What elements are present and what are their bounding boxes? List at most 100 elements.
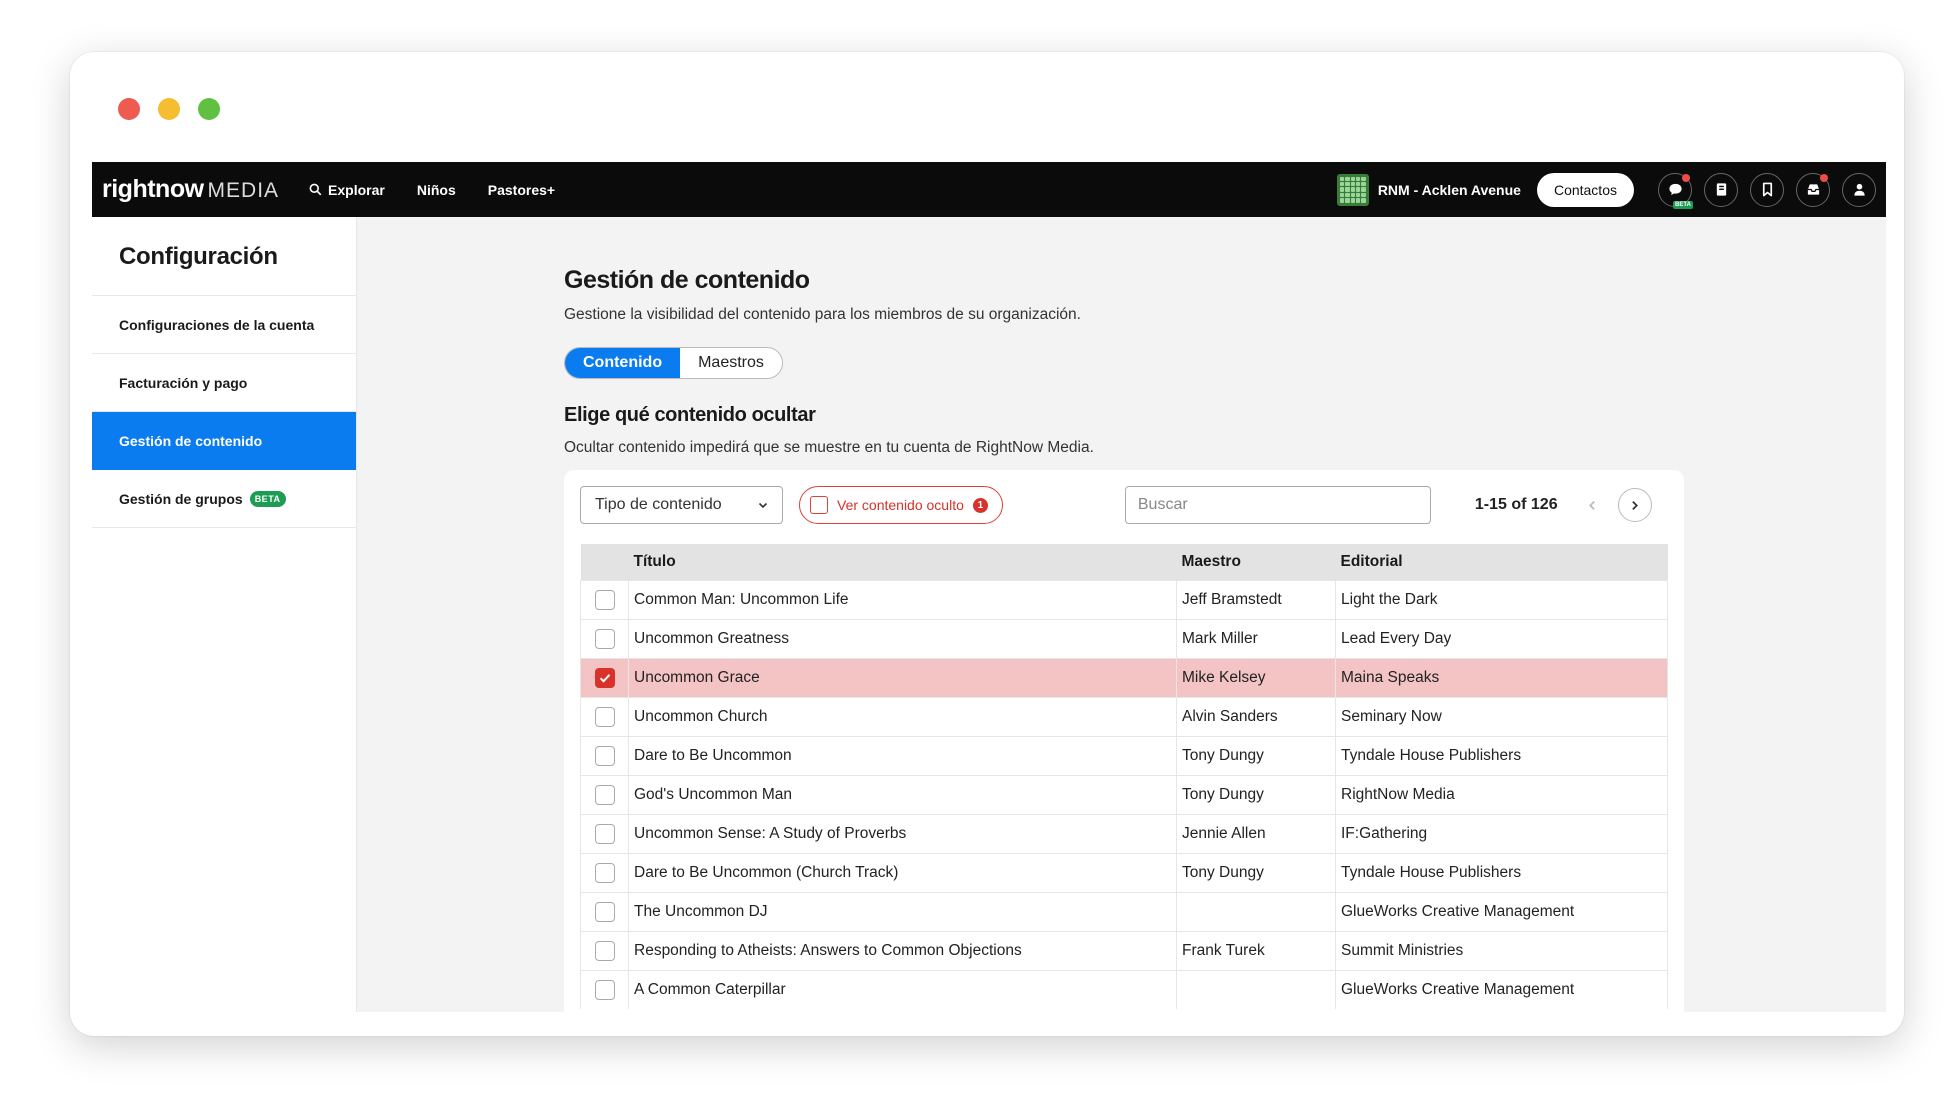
row-select-cell — [580, 852, 629, 892]
table-row[interactable]: Common Man: Uncommon Life Jeff Bramstedt L… — [580, 579, 1668, 619]
table-toolbar: Tipo de contenido Ver contenido oculto 1… — [580, 486, 1668, 524]
table-row[interactable]: Responding to Atheists: Answers to Commo… — [580, 930, 1668, 970]
close-window-button[interactable] — [118, 98, 140, 120]
notifications-button[interactable] — [1796, 172, 1830, 207]
table-row[interactable]: Uncommon Greatness Mark Miller Lead Every … — [580, 618, 1668, 658]
row-title: Dare to Be Uncommon (Church Track) — [628, 852, 1177, 892]
row-teacher: Alvin Sanders — [1176, 696, 1336, 736]
row-publisher: Summit Ministries — [1335, 930, 1668, 970]
maximize-window-button[interactable] — [198, 98, 220, 120]
row-title: Dare to Be Uncommon — [628, 735, 1177, 775]
table-row[interactable]: The Uncommon DJ GlueWorks Creative Manage… — [580, 891, 1668, 931]
table-row[interactable]: Dare to Be Uncommon (Church Track) Tony D… — [580, 852, 1668, 892]
table-row[interactable]: Uncommon Church Alvin Sanders Seminary Now — [580, 696, 1668, 736]
row-title: A Common Caterpillar — [628, 969, 1177, 1009]
row-title: Uncommon Sense: A Study of Proverbs — [628, 813, 1177, 853]
chat-button[interactable]: BETA — [1658, 172, 1693, 209]
row-teacher: Jeff Bramstedt — [1176, 579, 1336, 619]
row-title: Common Man: Uncommon Life — [628, 579, 1177, 619]
chat-bubble-icon — [1668, 183, 1682, 196]
row-select-cell — [580, 930, 629, 970]
organization-name: RNM - Acklen Avenue — [1377, 181, 1521, 198]
show-hidden-checkbox[interactable] — [810, 496, 828, 514]
sidebar-item-group-management[interactable]: Gestión de grupos BETA — [92, 470, 356, 528]
row-hide-checkbox[interactable] — [594, 628, 615, 649]
bookmark-icon — [1762, 182, 1772, 197]
sidebar-item-label: Gestión de contenido — [119, 432, 263, 449]
nav-pastors-link[interactable]: Pastores+ — [488, 182, 555, 198]
table-row[interactable]: Uncommon Grace Mike Kelsey Maina Speaks — [580, 657, 1668, 697]
previous-page-button[interactable] — [1576, 488, 1610, 522]
next-page-button[interactable] — [1617, 488, 1652, 522]
row-teacher: Mark Miller — [1176, 618, 1336, 658]
table-row[interactable]: God's Uncommon Man Tony Dungy RightNow Med… — [580, 774, 1668, 814]
browser-window: rightnow MEDIA Explorar Niños Pastores+ — [70, 52, 1904, 1036]
content-type-select[interactable]: Tipo de contenido — [580, 486, 783, 524]
sidebar-item-account-settings[interactable]: Configuraciones de la cuenta — [92, 296, 356, 354]
row-hide-checkbox[interactable] — [594, 589, 615, 610]
profile-button[interactable] — [1842, 172, 1876, 207]
row-teacher — [1176, 969, 1336, 1009]
row-teacher: Tony Dungy — [1176, 774, 1336, 814]
row-select-cell — [580, 696, 629, 736]
pagination-range: 1-15 of 126 — [1474, 496, 1558, 513]
rightnow-media-logo[interactable]: rightnow MEDIA — [102, 175, 279, 204]
sidebar-item-label: Gestión de grupos — [119, 490, 243, 507]
table-row[interactable]: A Common Caterpillar GlueWorks Creative M… — [580, 969, 1668, 1009]
row-publisher: Seminary Now — [1335, 696, 1668, 736]
table-body: Common Man: Uncommon Life Jeff Bramstedt L… — [580, 579, 1668, 1009]
library-button[interactable] — [1704, 172, 1738, 207]
tab-teachers[interactable]: Maestros — [680, 348, 782, 378]
chevron-left-icon — [1589, 500, 1595, 510]
content-type-tabs: Contenido Maestros — [564, 347, 783, 379]
table-header-row: Título Maestro Editorial — [580, 544, 1668, 580]
row-publisher: Maina Speaks — [1335, 657, 1668, 697]
inbox-icon — [1807, 184, 1819, 195]
select-column-header — [581, 544, 629, 580]
content-table-card: Tipo de contenido Ver contenido oculto 1… — [564, 470, 1684, 1012]
table-row[interactable]: Dare to Be Uncommon Tony Dungy Tyndale Hou… — [580, 735, 1668, 775]
row-teacher: Tony Dungy — [1176, 852, 1336, 892]
sidebar-item-billing[interactable]: Facturación y pago — [92, 354, 356, 412]
row-hide-checkbox[interactable] — [594, 823, 615, 844]
sidebar-item-content-management[interactable]: Gestión de contenido — [92, 412, 356, 470]
row-hide-checkbox[interactable] — [594, 940, 615, 961]
minimize-window-button[interactable] — [158, 98, 180, 120]
sidebar-item-label: Facturación y pago — [119, 374, 248, 391]
row-title: The Uncommon DJ — [628, 891, 1177, 931]
nav-kids-label: Niños — [416, 181, 456, 198]
top-navigation: rightnow MEDIA Explorar Niños Pastores+ — [92, 162, 1886, 217]
tab-content[interactable]: Contenido — [565, 348, 681, 378]
row-hide-checkbox[interactable] — [594, 745, 615, 766]
row-hide-checkbox[interactable] — [594, 901, 615, 922]
saved-button[interactable] — [1750, 172, 1784, 207]
organization-switcher[interactable]: RNM - Acklen Avenue — [1336, 173, 1521, 206]
row-hide-checkbox[interactable] — [594, 706, 615, 727]
nav-explore-link[interactable]: Explorar — [309, 182, 385, 198]
beta-badge: BETA — [249, 490, 286, 507]
row-select-cell — [580, 891, 629, 931]
publisher-column-header[interactable]: Editorial — [1336, 544, 1668, 580]
row-title: Uncommon Grace — [628, 657, 1177, 697]
table-row[interactable]: Uncommon Sense: A Study of Proverbs Jenni… — [580, 813, 1668, 853]
page-title: Gestión de contenido — [564, 266, 810, 294]
row-hide-checkbox[interactable] — [594, 667, 615, 688]
row-publisher: Light the Dark — [1335, 579, 1668, 619]
row-hide-checkbox[interactable] — [594, 862, 615, 883]
row-hide-checkbox[interactable] — [594, 979, 615, 1000]
row-hide-checkbox[interactable] — [594, 784, 615, 805]
teacher-column-header[interactable]: Maestro — [1177, 544, 1336, 580]
title-column-header[interactable]: Título — [629, 544, 1177, 580]
content-table: Título Maestro Editorial Common Man: Unc… — [580, 544, 1668, 1009]
row-title: God's Uncommon Man — [628, 774, 1177, 814]
settings-sidebar: Configuración Configuraciones de la cuen… — [92, 217, 357, 1012]
row-select-cell — [580, 618, 629, 658]
search-input[interactable] — [1124, 486, 1431, 524]
contacts-button[interactable]: Contactos — [1536, 172, 1634, 207]
show-hidden-content-toggle[interactable]: Ver contenido oculto 1 — [799, 486, 1003, 524]
row-teacher: Tony Dungy — [1176, 735, 1336, 775]
row-publisher: Tyndale House Publishers — [1335, 852, 1668, 892]
row-publisher: Lead Every Day — [1335, 618, 1668, 658]
nav-kids-link[interactable]: Niños — [417, 182, 456, 198]
row-publisher: Tyndale House Publishers — [1335, 735, 1668, 775]
